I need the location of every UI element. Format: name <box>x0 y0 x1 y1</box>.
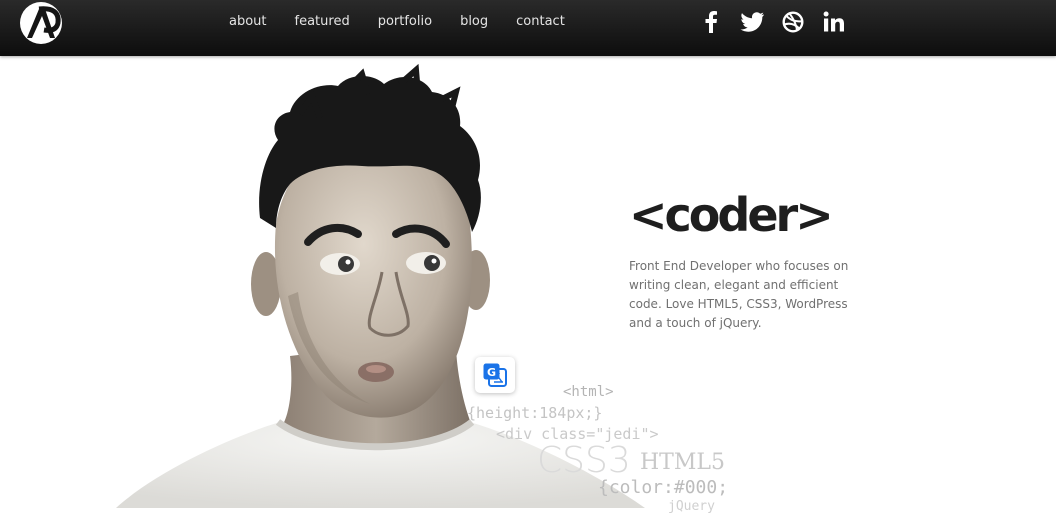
code-text-css3: CSS3 <box>537 440 631 481</box>
translate-button[interactable]: G <box>475 357 515 393</box>
code-text-html5: HTML5 <box>640 450 725 475</box>
nav-link-portfolio[interactable]: portfolio <box>378 14 432 29</box>
hero-section: <html> {height:184px;} <div class="jedi"… <box>0 56 1056 519</box>
hero-title: <coder> <box>629 188 834 242</box>
logo[interactable] <box>15 1 67 47</box>
social-links <box>697 8 861 36</box>
svg-text:G: G <box>487 366 496 379</box>
nav-link-featured[interactable]: featured <box>295 14 350 29</box>
translate-icon: G <box>483 363 507 387</box>
linkedin-icon[interactable] <box>820 8 848 36</box>
twitter-icon[interactable] <box>738 8 766 36</box>
nav-link-blog[interactable]: blog <box>460 14 488 29</box>
code-text-html: <html> <box>563 384 614 400</box>
code-text-height: {height:184px;} <box>467 404 603 422</box>
top-navbar: about featured portfolio blog contact <box>0 0 1056 56</box>
main-nav: about featured portfolio blog contact <box>229 0 593 42</box>
hero-bio: Front End Developer who focuses on writi… <box>629 259 849 330</box>
code-text-jquery: jQuery <box>668 499 715 514</box>
code-text-color: {color:#000; <box>598 477 729 498</box>
facebook-icon[interactable] <box>697 8 725 36</box>
dribbble-icon[interactable] <box>779 8 807 36</box>
nav-link-about[interactable]: about <box>229 14 267 29</box>
nav-link-contact[interactable]: contact <box>516 14 565 29</box>
